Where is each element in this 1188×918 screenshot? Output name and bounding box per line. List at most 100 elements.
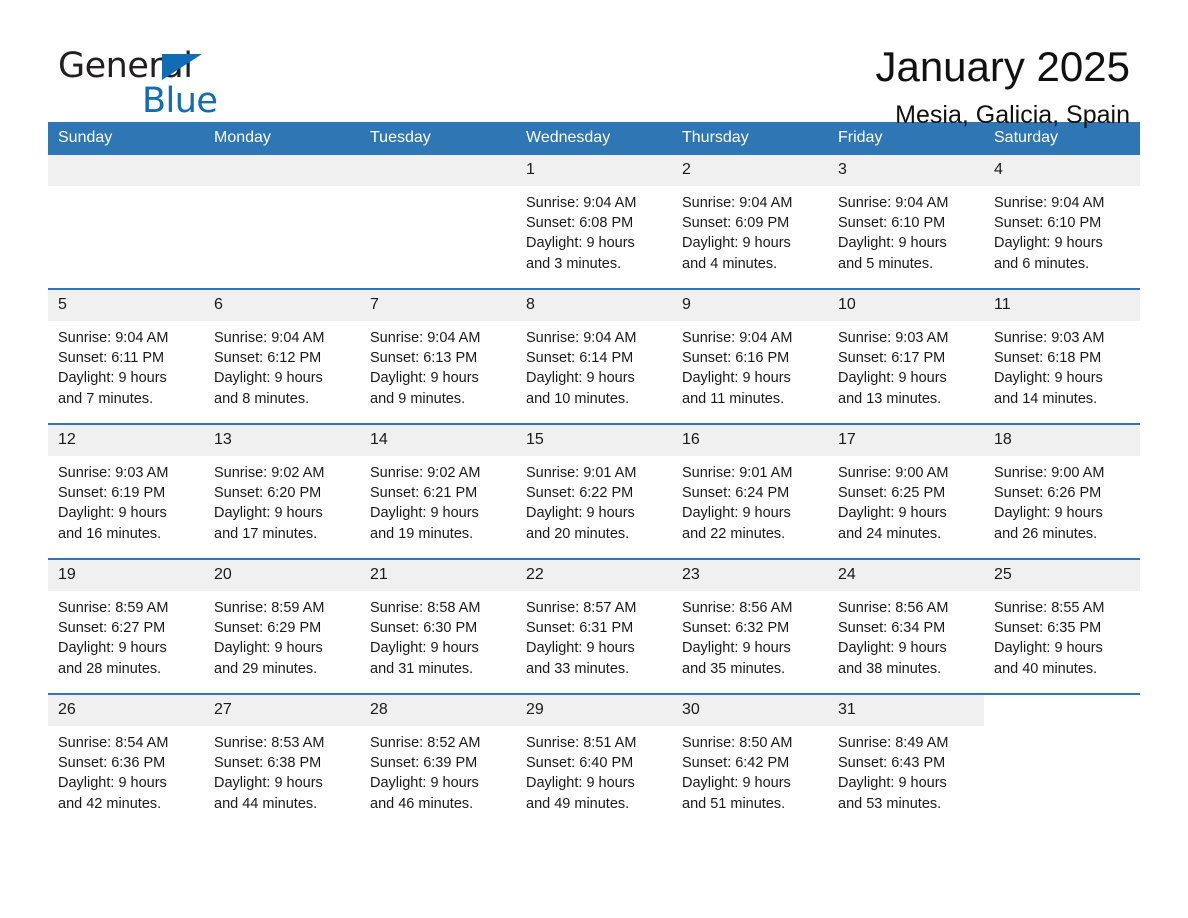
daylight-text-line2: and 11 minutes.	[682, 390, 785, 407]
day-number: 11	[984, 290, 1140, 321]
day-number: 3	[828, 155, 984, 186]
general-blue-logo[interactable]: General Blue	[58, 46, 258, 121]
sunrise-text: Sunrise: 8:56 AM	[682, 600, 793, 616]
calendar-day-cell[interactable]: 24 Sunrise: 8:56 AM Sunset: 6:34 PM Dayligh…	[828, 558, 984, 694]
calendar-day-cell[interactable]: 7 Sunrise: 9:04 AM Sunset: 6:13 PM Daylight…	[360, 288, 516, 424]
calendar-day-cell[interactable]: 14 Sunrise: 9:02 AM Sunset: 6:21 PM Dayligh…	[360, 423, 516, 559]
sunrise-text: Sunrise: 9:04 AM	[58, 330, 169, 346]
sunset-text: Sunset: 6:12 PM	[214, 350, 322, 367]
calendar-body: 1 Sunrise: 9:04 AM Sunset: 6:08 PM Daylight…	[48, 155, 1140, 828]
day-details: Sunrise: 8:57 AM Sunset: 6:31 PM Daylight:…	[516, 591, 672, 679]
daylight-text-line1: Daylight: 9 hours	[58, 775, 167, 792]
daylight-text-line1: Daylight: 9 hours	[370, 775, 479, 792]
sunset-text: Sunset: 6:19 PM	[58, 485, 166, 502]
day-details: Sunrise: 8:51 AM Sunset: 6:40 PM Daylight:…	[516, 726, 672, 814]
sunset-text: Sunset: 6:39 PM	[370, 755, 478, 772]
day-number	[984, 695, 1140, 726]
sunset-text: Sunset: 6:21 PM	[370, 485, 478, 502]
day-number: 25	[984, 560, 1140, 591]
calendar-day-cell[interactable]: 3 Sunrise: 9:04 AM Sunset: 6:10 PM Daylight…	[828, 155, 984, 289]
daylight-text-line1: Daylight: 9 hours	[682, 235, 791, 252]
day-number: 21	[360, 560, 516, 591]
calendar-day-cell[interactable]: 13 Sunrise: 9:02 AM Sunset: 6:20 PM Dayligh…	[204, 423, 360, 559]
calendar-day-cell[interactable]: 16 Sunrise: 9:01 AM Sunset: 6:24 PM Dayligh…	[672, 423, 828, 559]
calendar-day-cell[interactable]: 22 Sunrise: 8:57 AM Sunset: 6:31 PM Dayligh…	[516, 558, 672, 694]
sunset-text: Sunset: 6:10 PM	[838, 215, 946, 232]
sunset-text: Sunset: 6:26 PM	[994, 485, 1102, 502]
daylight-text-line1: Daylight: 9 hours	[994, 505, 1103, 522]
daylight-text-line2: and 10 minutes.	[526, 390, 630, 407]
day-details: Sunrise: 8:58 AM Sunset: 6:30 PM Daylight:…	[360, 591, 516, 679]
day-details: Sunrise: 9:02 AM Sunset: 6:20 PM Daylight:…	[204, 456, 360, 544]
calendar-day-cell[interactable]: 4 Sunrise: 9:04 AM Sunset: 6:10 PM Daylight…	[984, 155, 1140, 289]
calendar-day-cell[interactable]: 31 Sunrise: 8:49 AM Sunset: 6:43 PM Dayligh…	[828, 693, 984, 828]
sunset-text: Sunset: 6:14 PM	[526, 350, 634, 367]
calendar-day-cell[interactable]: 12 Sunrise: 9:03 AM Sunset: 6:19 PM Dayligh…	[48, 423, 204, 559]
day-number: 22	[516, 560, 672, 591]
calendar-day-cell[interactable]: 17 Sunrise: 9:00 AM Sunset: 6:25 PM Dayligh…	[828, 423, 984, 559]
calendar-day-cell[interactable]: 1 Sunrise: 9:04 AM Sunset: 6:08 PM Daylight…	[516, 155, 672, 289]
day-number: 8	[516, 290, 672, 321]
day-details: Sunrise: 9:04 AM Sunset: 6:09 PM Daylight:…	[672, 186, 828, 274]
calendar-day-cell[interactable]: 27 Sunrise: 8:53 AM Sunset: 6:38 PM Dayligh…	[204, 693, 360, 828]
calendar-day-cell[interactable]: 20 Sunrise: 8:59 AM Sunset: 6:29 PM Dayligh…	[204, 558, 360, 694]
day-details: Sunrise: 9:04 AM Sunset: 6:12 PM Daylight:…	[204, 321, 360, 409]
sunrise-text: Sunrise: 9:03 AM	[994, 330, 1105, 346]
sunrise-text: Sunrise: 9:04 AM	[526, 330, 637, 346]
calendar-day-cell[interactable]: 8 Sunrise: 9:04 AM Sunset: 6:14 PM Daylight…	[516, 288, 672, 424]
day-number: 5	[48, 290, 204, 321]
sunset-text: Sunset: 6:42 PM	[682, 755, 790, 772]
day-details: Sunrise: 8:59 AM Sunset: 6:27 PM Daylight:…	[48, 591, 204, 679]
daylight-text-line2: and 20 minutes.	[526, 525, 630, 542]
calendar-day-cell[interactable]: 21 Sunrise: 8:58 AM Sunset: 6:30 PM Dayligh…	[360, 558, 516, 694]
day-number: 31	[828, 695, 984, 726]
page-header: General Blue January 2025 Mesia, Galicia…	[48, 0, 1140, 129]
calendar-day-cell[interactable]: 28 Sunrise: 8:52 AM Sunset: 6:39 PM Dayligh…	[360, 693, 516, 828]
daylight-text-line2: and 8 minutes.	[214, 390, 310, 407]
day-number: 2	[672, 155, 828, 186]
calendar-day-cell[interactable]: 5 Sunrise: 9:04 AM Sunset: 6:11 PM Daylight…	[48, 288, 204, 424]
calendar-day-cell[interactable]: 6 Sunrise: 9:04 AM Sunset: 6:12 PM Daylight…	[204, 288, 360, 424]
sunrise-text: Sunrise: 9:04 AM	[526, 195, 637, 211]
calendar-day-cell[interactable]: 18 Sunrise: 9:00 AM Sunset: 6:26 PM Dayligh…	[984, 423, 1140, 559]
daylight-text-line2: and 13 minutes.	[838, 390, 942, 407]
daylight-text-line1: Daylight: 9 hours	[838, 235, 947, 252]
day-details: Sunrise: 9:04 AM Sunset: 6:14 PM Daylight:…	[516, 321, 672, 409]
calendar-day-cell[interactable]: 2 Sunrise: 9:04 AM Sunset: 6:09 PM Daylight…	[672, 155, 828, 289]
daylight-text-line1: Daylight: 9 hours	[58, 370, 167, 387]
sunset-text: Sunset: 6:35 PM	[994, 620, 1102, 637]
calendar-day-cell[interactable]: 23 Sunrise: 8:56 AM Sunset: 6:32 PM Dayligh…	[672, 558, 828, 694]
day-number: 13	[204, 425, 360, 456]
daylight-text-line1: Daylight: 9 hours	[838, 640, 947, 657]
day-details: Sunrise: 8:50 AM Sunset: 6:42 PM Daylight:…	[672, 726, 828, 814]
logo-triangle-icon	[162, 54, 202, 80]
sunrise-text: Sunrise: 9:00 AM	[838, 465, 949, 481]
day-number: 23	[672, 560, 828, 591]
day-details: Sunrise: 9:00 AM Sunset: 6:25 PM Daylight:…	[828, 456, 984, 544]
sunrise-text: Sunrise: 9:03 AM	[58, 465, 169, 481]
calendar-day-cell[interactable]: 15 Sunrise: 9:01 AM Sunset: 6:22 PM Dayligh…	[516, 423, 672, 559]
calendar-day-cell[interactable]: 11 Sunrise: 9:03 AM Sunset: 6:18 PM Dayligh…	[984, 288, 1140, 424]
calendar-day-cell[interactable]: 19 Sunrise: 8:59 AM Sunset: 6:27 PM Dayligh…	[48, 558, 204, 694]
daylight-text-line2: and 51 minutes.	[682, 795, 786, 812]
daylight-text-line1: Daylight: 9 hours	[58, 505, 167, 522]
calendar-day-cell[interactable]: 26 Sunrise: 8:54 AM Sunset: 6:36 PM Dayligh…	[48, 693, 204, 828]
daylight-text-line1: Daylight: 9 hours	[370, 505, 479, 522]
calendar-day-cell[interactable]: 30 Sunrise: 8:50 AM Sunset: 6:42 PM Dayligh…	[672, 693, 828, 828]
calendar-day-cell[interactable]: 29 Sunrise: 8:51 AM Sunset: 6:40 PM Dayligh…	[516, 693, 672, 828]
day-details: Sunrise: 9:04 AM Sunset: 6:13 PM Daylight:…	[360, 321, 516, 409]
daylight-text-line1: Daylight: 9 hours	[526, 505, 635, 522]
sunrise-text: Sunrise: 8:59 AM	[58, 600, 169, 616]
sunset-text: Sunset: 6:40 PM	[526, 755, 634, 772]
day-details: Sunrise: 9:04 AM Sunset: 6:11 PM Daylight:…	[48, 321, 204, 409]
calendar-day-cell[interactable]: 9 Sunrise: 9:04 AM Sunset: 6:16 PM Daylight…	[672, 288, 828, 424]
daylight-text-line1: Daylight: 9 hours	[370, 640, 479, 657]
day-number: 16	[672, 425, 828, 456]
daylight-text-line2: and 17 minutes.	[214, 525, 318, 542]
calendar-day-cell[interactable]: 25 Sunrise: 8:55 AM Sunset: 6:35 PM Dayligh…	[984, 558, 1140, 694]
daylight-text-line2: and 7 minutes.	[58, 390, 154, 407]
day-number: 29	[516, 695, 672, 726]
daylight-text-line1: Daylight: 9 hours	[526, 775, 635, 792]
calendar-day-cell[interactable]: 10 Sunrise: 9:03 AM Sunset: 6:17 PM Dayligh…	[828, 288, 984, 424]
daylight-text-line1: Daylight: 9 hours	[214, 370, 323, 387]
